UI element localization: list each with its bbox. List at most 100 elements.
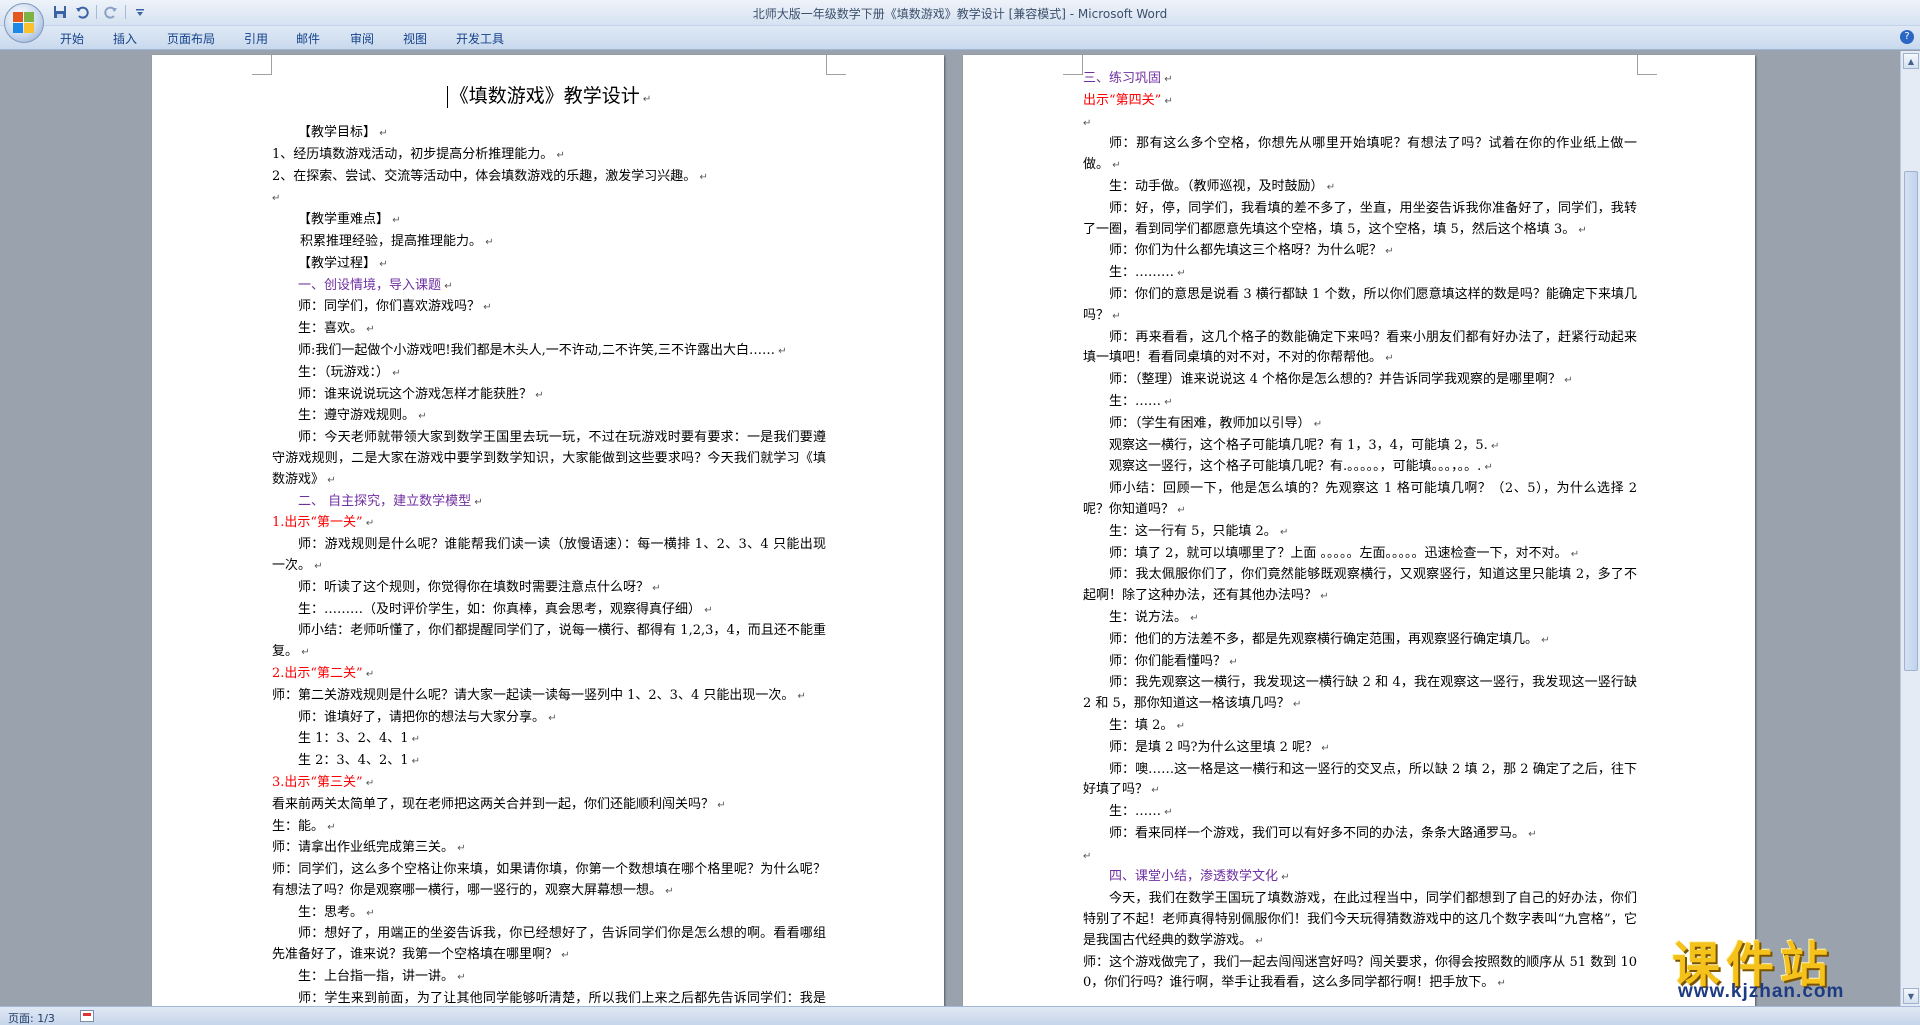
tab-mailings[interactable]: 邮件 <box>290 30 326 47</box>
paragraph: 观察这一横行，这个格子可能填几呢？有 1，3，4，可能填 2，5. ↵ <box>1083 436 1637 458</box>
watermark-url: www.kjzhan.com <box>1678 981 1845 1002</box>
scroll-up-arrow-icon[interactable]: ▲ <box>1903 53 1919 69</box>
paragraph-mark-icon: ↵ <box>1567 548 1580 560</box>
paragraph: 师：谁来说说玩这个游戏怎样才能获胜？ ↵ <box>272 385 826 407</box>
paragraph: 2.出示“第二关” ↵ <box>272 664 826 686</box>
tab-developer[interactable]: 开发工具 <box>450 30 510 47</box>
redo-icon[interactable] <box>103 4 119 20</box>
paragraph-text: 生：说方法。 <box>1109 609 1188 625</box>
paragraph: ↵ <box>1083 846 1637 868</box>
margin-corner-mark <box>826 55 846 75</box>
tab-insert[interactable]: 插入 <box>107 30 143 47</box>
customize-icon[interactable] <box>132 4 148 20</box>
paragraph-text: 生：…… <box>1109 393 1162 409</box>
tab-references[interactable]: 引用 <box>238 30 274 47</box>
help-icon[interactable]: ? <box>1900 30 1914 44</box>
paragraph-text: 师：（整理）谁来说说这 4 个格你是怎么想的？并告诉同学我观察的是哪里啊？ <box>1109 372 1562 388</box>
paragraph: 1.出示“第一关” ↵ <box>272 513 826 535</box>
page-count-status[interactable]: 页面: 1/3 <box>8 1010 55 1025</box>
paragraph-mark-icon: ↵ <box>558 950 570 962</box>
paragraph-mark-icon: ↵ <box>454 972 466 984</box>
page-1-body[interactable]: 《填数游戏》教学设计 ↵ 【教学目标】 ↵ 1、经历填数游戏活动，初步提高分析推理… <box>272 75 826 1006</box>
paragraph-text: 三、练习巩固 <box>1083 71 1162 86</box>
office-logo-icon <box>13 12 35 34</box>
paragraph: 今天，我们在数学王国玩了填数游戏，在此过程当中，同学们都想到了自己的好办法，你们… <box>1083 889 1637 952</box>
paragraph-mark-icon: ↵ <box>480 302 492 314</box>
paragraph-mark-icon: ↵ <box>649 582 661 594</box>
paragraph-mark-icon: ↵ <box>775 345 787 357</box>
paragraph: 师：他们的方法差不多，都是先观察横行确定范围，再观察竖行确定填几。 ↵ <box>1083 630 1637 652</box>
scroll-down-arrow-icon[interactable]: ▼ <box>1903 988 1919 1004</box>
paragraph-mark-icon: ↵ <box>415 411 427 423</box>
document-page-1[interactable]: 《填数游戏》教学设计 ↵ 【教学目标】 ↵ 1、经历填数游戏活动，初步提高分析推理… <box>152 55 944 1006</box>
paragraph-mark-icon: ↵ <box>1310 418 1323 430</box>
tab-view[interactable]: 视图 <box>397 30 433 47</box>
paragraph: 生：能。 ↵ <box>272 817 826 839</box>
paragraph: 师：是填 2 吗?为什么这里填 2 呢？ ↵ <box>1083 738 1637 760</box>
paragraph-text: 师：再来看看，这几个格子的数能确定下来吗？看来小朋友们都有好办法了，赶紧行动起来… <box>1083 329 1637 366</box>
paragraph-mark-icon: ↵ <box>1161 807 1173 819</box>
paragraph-text: 师：谁来说说玩这个游戏怎样才能获胜？ <box>298 386 533 402</box>
paragraph-mark-icon: ↵ <box>1083 117 1092 129</box>
paragraph: 师：谁填好了，请把你的想法与大家分享。 ↵ <box>272 708 826 730</box>
paragraph-mark-icon: ↵ <box>1318 742 1330 754</box>
paragraph-text: 师：谁填好了，请把你的想法与大家分享。 <box>298 709 546 725</box>
paragraph-mark-icon: ↵ <box>1323 181 1336 193</box>
paragraph-mark-icon: ↵ <box>298 647 310 659</box>
paragraph-text: 生：………（及时评价学生，如：你真棒，真会思考，观察得真仔细） <box>298 601 702 617</box>
paragraph: 生：………（及时评价学生，如：你真棒，真会思考，观察得真仔细） ↵ <box>272 600 826 622</box>
paragraph-mark-icon: ↵ <box>714 799 726 811</box>
paragraph-text: 生 1：3、2、4、1 <box>298 731 409 747</box>
paragraph-text: 观察这一横行，这个格子可能填几呢？有 1，3，4，可能填 2，5. <box>1109 437 1488 453</box>
proofing-status-icon[interactable] <box>80 1010 94 1022</box>
tab-page-layout[interactable]: 页面布局 <box>161 30 221 47</box>
document-page-2[interactable]: 三、练习巩固 ↵ 出示“第四关” ↵ ↵ 师：那有这么多个空格，你想先从哪里开始填呢… <box>963 55 1755 1006</box>
paragraph: 师：看来同样一个游戏，我们可以有好多不同的办法，条条大路通罗马。 ↵ <box>1083 824 1637 846</box>
paragraph-mark-icon: ↵ <box>1278 872 1290 884</box>
paragraph: 生：上台指一指，讲一讲。 ↵ <box>272 967 826 989</box>
paragraph-mark-icon: ↵ <box>701 604 713 616</box>
paragraph: 三、练习巩固 ↵ <box>1083 69 1637 91</box>
qat-separator <box>96 5 97 19</box>
paragraph-mark-icon: ↵ <box>1109 310 1121 322</box>
paragraph: 师：这个游戏做完了，我们一起去闯闯迷宫好吗？闯关要求，你得会按照数的顺序从 51… <box>1083 953 1637 996</box>
paragraph-mark-icon: ↵ <box>794 690 806 702</box>
document-workspace[interactable]: 《填数游戏》教学设计 ↵ 【教学目标】 ↵ 1、经历填数游戏活动，初步提高分析推理… <box>0 51 1900 1006</box>
office-button[interactable] <box>4 3 44 43</box>
paragraph-text: 师:我们一起做个小游戏吧!我们都是木头人,一不许动,二不许笑,三不许露出大白…… <box>298 342 776 358</box>
scrollbar-thumb[interactable] <box>1904 171 1918 671</box>
paragraph: 生：动手做。（教师巡视，及时鼓励） ↵ <box>1083 177 1637 199</box>
paragraph: 师：你们为什么都先填这三个格呀？为什么呢？ ↵ <box>1083 241 1637 263</box>
paragraph: 师：你们能看懂吗？ ↵ <box>1083 652 1637 674</box>
title-bar: 北师大版一年级数学下册《填数游戏》教学设计 [兼容模式] - Microsoft… <box>0 0 1920 26</box>
paragraph: 【教学重难点】 ↵ <box>272 210 826 232</box>
tab-home[interactable]: 开始 <box>54 30 90 47</box>
paragraph: 师小结：回顾一下，他是怎么填的？先观察这 1 格可能填几啊？（2、5），为什么选… <box>1083 479 1637 522</box>
paragraph-mark-icon: ↵ <box>545 712 557 724</box>
paragraph-mark-icon: ↵ <box>1276 526 1289 538</box>
paragraph: 1、经历填数游戏活动，初步提高分析推理能力。 ↵ <box>272 145 826 167</box>
tab-review[interactable]: 审阅 <box>344 30 380 47</box>
paragraph: 看来前两关太简单了，现在老师把这两关合并到一起，你们还能顺利闯关吗？ ↵ <box>272 795 826 817</box>
margin-corner-mark <box>1063 55 1083 75</box>
paragraph-text: 师：想好了，用端正的坐姿告诉我，你已经想好了，告诉同学们你是怎么想的啊。看看哪组… <box>272 926 826 963</box>
vertical-scrollbar[interactable]: ▲ ▼ <box>1900 51 1920 1006</box>
paragraph-mark-icon: ↵ <box>1148 785 1160 797</box>
paragraph-text: 观察这一竖行，这个格子可能填几呢？有.。。。。。，可能填。。。，。。. <box>1109 459 1482 475</box>
paragraph: 师:我们一起做个小游戏吧!我们都是木头人,一不许动,二不许笑,三不许露出大白……… <box>272 341 826 363</box>
paragraph: ↵ <box>1083 113 1637 135</box>
paragraph: ↵ <box>272 188 826 210</box>
paragraph-text: 生：（玩游戏：） <box>298 364 390 380</box>
paragraph-mark-icon: ↵ <box>324 474 336 486</box>
page-2-body[interactable]: 三、练习巩固 ↵ 出示“第四关” ↵ ↵ 师：那有这么多个空格，你想先从哪里开始填呢… <box>1083 69 1637 995</box>
paragraph-mark-icon: ↵ <box>362 777 375 789</box>
paragraph-mark-icon: ↵ <box>389 215 401 227</box>
paragraph-mark-icon: ↵ <box>696 171 708 183</box>
paragraph-text: 积累推理经验，提高推理能力。 <box>300 233 483 249</box>
undo-icon[interactable] <box>74 4 90 20</box>
paragraph-text: 出示“第四关” <box>1083 92 1162 108</box>
paragraph-text: 师：今天老师就带领大家到数学王国里去玩一玩，不过在玩游戏时要有要求：一是我们要遵… <box>272 430 826 487</box>
paragraph-mark-icon: ↵ <box>1174 504 1186 516</box>
document-title: 《填数游戏》教学设计 ↵ <box>272 81 826 115</box>
save-icon[interactable] <box>52 4 68 20</box>
